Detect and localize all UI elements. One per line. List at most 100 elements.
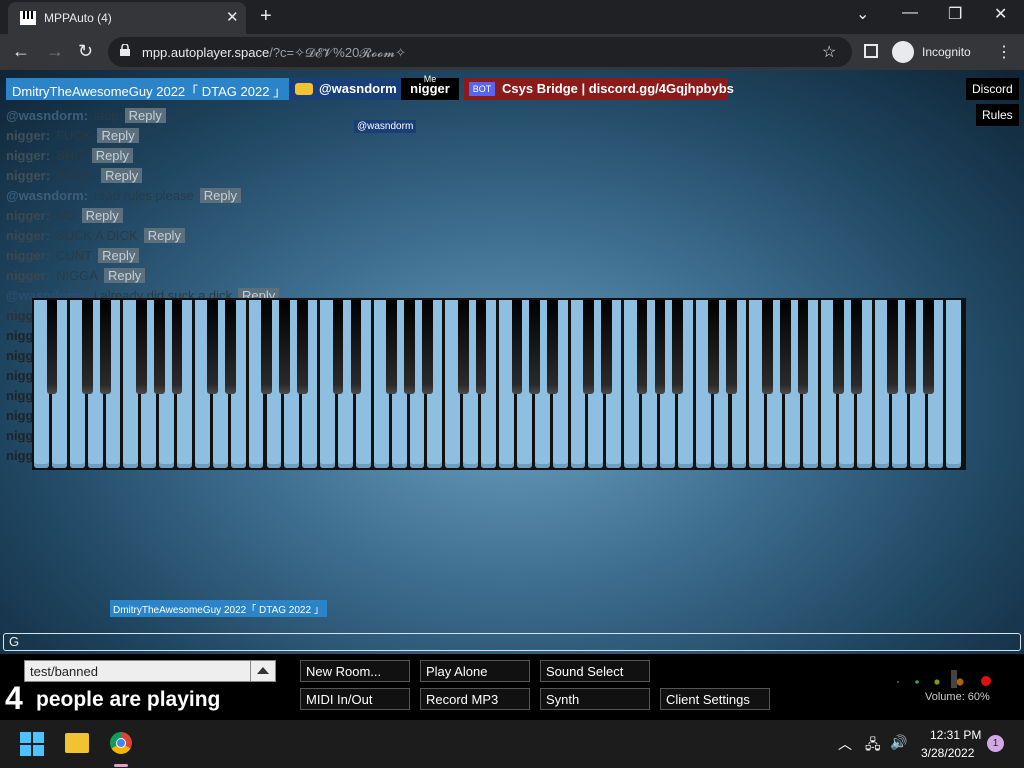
piano-black-key[interactable] <box>654 300 666 394</box>
chat-nick[interactable]: nigger: <box>6 248 50 263</box>
incognito-icon[interactable] <box>892 41 914 63</box>
browser-menu-icon[interactable]: ⋮ <box>996 42 1012 62</box>
reply-button[interactable]: Reply <box>98 248 140 263</box>
piano-black-key[interactable] <box>851 300 863 394</box>
reply-button[interactable]: Reply <box>103 268 146 283</box>
piano-black-key[interactable] <box>350 300 362 394</box>
reply-button[interactable]: Reply <box>97 128 139 143</box>
piano-black-key[interactable] <box>726 300 737 394</box>
record-mp3-button[interactable]: Record MP3 <box>420 688 530 710</box>
address-bar[interactable]: mpp.autoplayer.space/?c=✧𝓓𝓔𝓥%20𝓡𝓸𝓸𝓶✧ ☆ <box>108 37 852 67</box>
piano-black-key[interactable] <box>207 300 219 394</box>
client-settings-button[interactable]: Client Settings <box>660 688 770 710</box>
chat-nick[interactable]: nigger: <box>6 208 50 223</box>
room-select[interactable]: test/banned <box>24 660 276 682</box>
volume-slider[interactable] <box>896 670 996 688</box>
chat-text: SUCK A DICK <box>56 228 138 243</box>
piano-black-key[interactable] <box>296 300 308 394</box>
piano-black-key[interactable] <box>279 300 290 394</box>
chat-nick[interactable]: nigger: <box>6 148 50 163</box>
tab-search-icon[interactable]: ⌄ <box>856 4 869 24</box>
piano-black-key[interactable] <box>46 300 58 394</box>
piano-black-key[interactable] <box>386 300 398 394</box>
piano-black-key[interactable] <box>529 300 541 394</box>
piano-black-key[interactable] <box>153 300 165 394</box>
piano-black-key[interactable] <box>922 300 934 394</box>
user-badge-dmitry[interactable]: DmitryTheAwesomeGuy 2022「 DTAG 2022 」 <box>6 78 293 100</box>
chat-nick[interactable]: @wasndorm: <box>6 188 88 203</box>
piano-black-key[interactable] <box>332 300 344 394</box>
clock-date[interactable]: 3/28/2022 <box>921 746 974 760</box>
chat-nick[interactable]: nigger: <box>6 168 50 183</box>
piano-white-key[interactable] <box>946 300 961 468</box>
minimize-icon[interactable]: — <box>902 4 918 22</box>
new-tab-icon[interactable]: + <box>260 5 272 28</box>
piano-black-key[interactable] <box>261 300 272 394</box>
tab-strip: MPPAuto (4) ✕ + ⌄ — ❐ ✕ <box>0 0 1024 34</box>
reply-button[interactable]: Reply <box>81 208 123 223</box>
piano-black-key[interactable] <box>833 300 845 394</box>
user-badge-wasndorm[interactable]: @wasndorm <box>289 78 403 100</box>
piano-keyboard[interactable] <box>32 298 966 470</box>
restore-icon[interactable]: ❐ <box>948 4 962 24</box>
notification-badge[interactable]: 1 <box>987 735 1004 752</box>
piano-black-key[interactable] <box>225 300 237 394</box>
chrome-icon[interactable] <box>110 732 132 754</box>
reply-button[interactable]: Reply <box>91 148 133 163</box>
discord-button[interactable]: Discord <box>966 78 1019 100</box>
piano-black-key[interactable] <box>583 300 594 394</box>
synth-button[interactable]: Synth <box>540 688 650 710</box>
piano-black-key[interactable] <box>457 300 469 394</box>
tab-close-icon[interactable]: ✕ <box>226 8 239 26</box>
browser-tab[interactable]: MPPAuto (4) ✕ <box>8 2 246 34</box>
windows-start-icon[interactable] <box>20 732 44 756</box>
piano-black-key[interactable] <box>547 300 558 394</box>
piano-black-key[interactable] <box>422 300 433 394</box>
piano-black-key[interactable] <box>600 300 612 394</box>
new-room-button[interactable]: New Room... <box>300 660 410 682</box>
piano-black-key[interactable] <box>797 300 809 394</box>
piano-black-key[interactable] <box>475 300 487 394</box>
chat-nick[interactable]: nigger: <box>6 268 50 283</box>
tray-chevron-icon[interactable]: ︿ <box>838 734 852 754</box>
piano-black-key[interactable] <box>708 300 719 394</box>
file-explorer-icon[interactable] <box>65 733 89 753</box>
network-icon[interactable]: 🖧 <box>865 734 881 758</box>
piano-black-key[interactable] <box>779 300 791 394</box>
clock-time[interactable]: 12:31 PM <box>930 728 981 742</box>
forward-icon[interactable]: → <box>46 41 64 62</box>
piano-black-key[interactable] <box>887 300 898 394</box>
chat-nick[interactable]: @wasndorm: <box>6 108 88 123</box>
back-icon[interactable]: ← <box>12 41 30 62</box>
chat-nick[interactable]: nigger: <box>6 128 50 143</box>
piano-black-key[interactable] <box>171 300 183 394</box>
sound-select-button[interactable]: Sound Select <box>540 660 650 682</box>
reply-button[interactable]: Reply <box>199 188 242 203</box>
piano-black-key[interactable] <box>636 300 648 394</box>
piano-black-key[interactable] <box>761 300 773 394</box>
piano-black-key[interactable] <box>135 300 147 394</box>
chat-nick[interactable]: nigger: <box>6 228 50 243</box>
play-alone-button[interactable]: Play Alone <box>420 660 530 682</box>
midi-button[interactable]: MIDI In/Out <box>300 688 410 710</box>
piano-black-key[interactable] <box>82 300 93 394</box>
user-badge-me[interactable]: Me nigger <box>401 74 459 100</box>
speaker-icon[interactable]: 🔊 <box>890 734 907 751</box>
dropdown-arrow-icon[interactable] <box>250 661 275 681</box>
piano-black-key[interactable] <box>100 300 111 394</box>
reply-button[interactable]: Reply <box>143 228 185 243</box>
close-window-icon[interactable]: ✕ <box>994 4 1007 24</box>
reply-button[interactable]: Reply <box>101 168 143 183</box>
incognito-label: Incognito <box>922 45 971 59</box>
bookmark-star-icon[interactable]: ☆ <box>822 42 836 62</box>
chat-input[interactable]: G <box>3 633 1021 651</box>
user-badge-bridge-bot[interactable]: BOT Csys Bridge | discord.gg/4Gqjhpbybs <box>464 78 734 100</box>
reload-icon[interactable]: ↻ <box>78 41 93 62</box>
piano-black-key[interactable] <box>404 300 415 394</box>
piano-black-key[interactable] <box>672 300 684 394</box>
piano-black-key[interactable] <box>511 300 523 394</box>
rules-button[interactable]: Rules <box>976 104 1019 126</box>
reply-button[interactable]: Reply <box>124 108 166 123</box>
side-panel-icon[interactable] <box>864 44 878 58</box>
piano-black-key[interactable] <box>904 300 916 394</box>
